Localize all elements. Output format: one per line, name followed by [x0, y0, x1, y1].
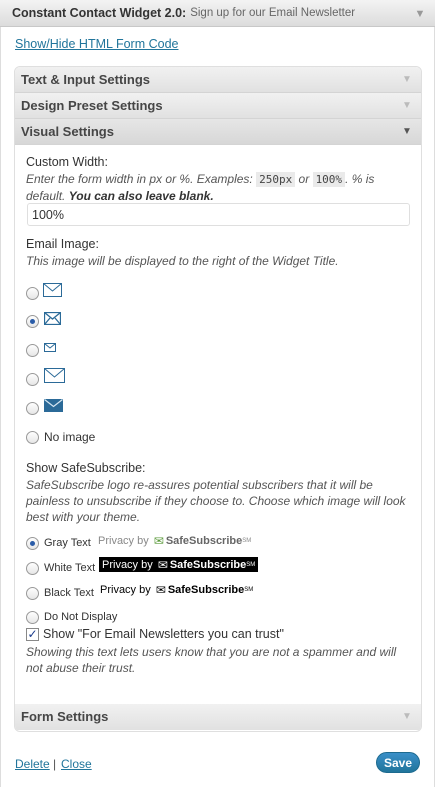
no-image-label: No image	[44, 430, 96, 444]
sm-mark: SM	[246, 561, 256, 568]
envelope-filled-icon	[44, 399, 63, 412]
delete-link[interactable]: Delete	[15, 757, 50, 771]
sm-mark: SM	[244, 586, 254, 593]
envelope-small-icon	[44, 343, 56, 352]
checkmark-envelope-icon: ✉	[155, 582, 166, 597]
gray-text-label: Gray Text	[44, 537, 91, 549]
privacy-by-text: Privacy by	[98, 534, 149, 547]
trust-description: Showing this text lets users know that y…	[26, 645, 397, 675]
section-title: Design Preset Settings	[21, 98, 163, 113]
do-not-display-label: Do Not Display	[44, 611, 118, 623]
safesubscribe-radio-gray[interactable]	[26, 537, 39, 550]
chevron-down-icon[interactable]: ▼	[398, 67, 416, 93]
safesubscribe-brand: SafeSubscribe	[167, 583, 245, 596]
white-text-label: White Text	[44, 562, 96, 574]
safesubscribe-logo-gray: Privacy by ✉ SafeSubscribe SM	[95, 533, 254, 548]
safesubscribe-logo-black: Privacy by ✉ SafeSubscribe SM	[97, 582, 256, 597]
safesubscribe-radio-white[interactable]	[26, 562, 39, 575]
close-link[interactable]: Close	[61, 757, 92, 771]
email-image-radio-4[interactable]	[26, 373, 39, 386]
chevron-down-icon[interactable]: ▼	[398, 93, 416, 119]
trust-checkbox[interactable]: ✓	[26, 628, 39, 641]
envelope-large-outline-icon	[44, 368, 65, 383]
widget-title-bar[interactable]: Constant Contact Widget 2.0: Sign up for…	[0, 0, 435, 27]
section-visual-settings[interactable]: Visual Settings ▼	[15, 119, 421, 145]
safesubscribe-radio-black[interactable]	[26, 587, 39, 600]
section-design-preset-settings[interactable]: Design Preset Settings ▼	[15, 93, 421, 119]
envelope-icon	[44, 312, 61, 325]
safesubscribe-brand: SafeSubscribe	[165, 534, 243, 547]
footer-separator: |	[53, 757, 57, 771]
section-title: Form Settings	[21, 709, 109, 724]
email-image-label: Email Image:	[26, 237, 99, 251]
desc-bold-text: You can also leave blank.	[68, 189, 214, 203]
widget-title: Constant Contact Widget 2.0:	[12, 6, 187, 20]
desc-text: Enter the form width in px or %. Example…	[26, 172, 257, 186]
email-image-radio-1[interactable]	[26, 287, 39, 300]
email-image-radio-2[interactable]	[26, 315, 39, 328]
black-text-label: Black Text	[44, 587, 94, 599]
safesubscribe-logo-white: Privacy by ✉ SafeSubscribe SM	[99, 557, 259, 572]
email-image-radio-5[interactable]	[26, 402, 39, 415]
show-hide-html-link[interactable]: Show/Hide HTML Form Code	[15, 37, 178, 51]
custom-width-description: Enter the form width in px or %. Example…	[26, 171, 410, 204]
example-100pct: 100%	[312, 172, 346, 187]
custom-width-label: Custom Width:	[26, 155, 108, 169]
privacy-by-text: Privacy by	[100, 583, 151, 596]
section-title: Visual Settings	[21, 124, 114, 139]
safesubscribe-label: Show SafeSubscribe:	[26, 461, 146, 475]
widget-subtitle: Sign up for our Email Newsletter	[190, 7, 356, 19]
visual-settings-body: Custom Width: Enter the form width in px…	[15, 145, 421, 704]
email-image-description: This image will be displayed to the righ…	[26, 254, 339, 268]
email-image-radio-3[interactable]	[26, 344, 39, 357]
privacy-by-text: Privacy by	[102, 558, 153, 571]
email-image-radio-none[interactable]	[26, 431, 39, 444]
safesubscribe-radio-none[interactable]	[26, 611, 39, 624]
save-button[interactable]: Save	[376, 752, 420, 773]
section-text-input-settings[interactable]: Text & Input Settings ▼	[15, 67, 421, 93]
envelope-outline-icon	[43, 283, 62, 297]
checkmark-envelope-icon: ✉	[153, 533, 164, 548]
settings-panel: Text & Input Settings ▼ Design Preset Se…	[14, 66, 422, 732]
checkmark-envelope-icon: ✉	[157, 557, 168, 572]
sm-mark: SM	[242, 537, 252, 544]
safesubscribe-brand: SafeSubscribe	[169, 558, 247, 571]
trust-label: Show "For Email Newsletters you can trus…	[43, 627, 284, 641]
section-title: Text & Input Settings	[21, 72, 151, 87]
desc-text: or	[295, 172, 313, 186]
safesubscribe-description: SafeSubscribe logo re-assures potential …	[26, 478, 406, 524]
chevron-down-icon[interactable]: ▼	[398, 119, 416, 145]
example-250px: 250px	[256, 172, 296, 187]
collapse-arrow-icon[interactable]: ▼	[411, 6, 429, 22]
custom-width-input[interactable]	[27, 203, 410, 226]
chevron-down-icon[interactable]: ▼	[398, 704, 416, 730]
section-form-settings[interactable]: Form Settings ▼	[15, 704, 421, 730]
